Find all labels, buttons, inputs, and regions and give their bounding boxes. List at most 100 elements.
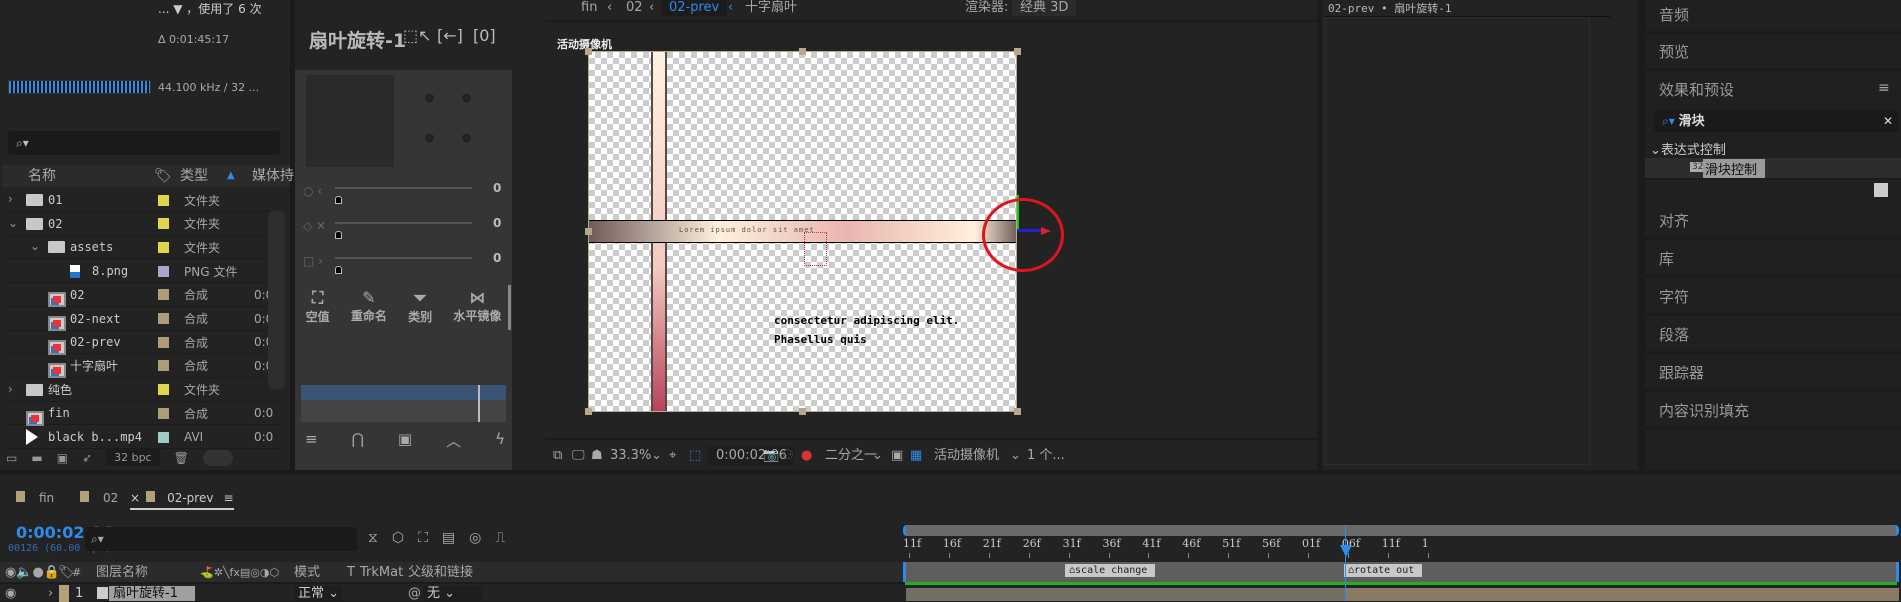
bpc-button[interactable]: 32 bpc	[106, 449, 160, 466]
slider-thumb[interactable]	[335, 196, 342, 204]
effects-search-input[interactable]: ⌕▾ 滑块 ✕	[1654, 110, 1899, 132]
project-item[interactable]: 8.png PNG 文件	[4, 260, 280, 284]
playhead-handle-icon[interactable]	[1340, 545, 1352, 557]
mini-timeline[interactable]	[301, 385, 506, 422]
column-type[interactable]: 类型	[180, 165, 208, 187]
layer-name[interactable]: 扇叶旋转-1	[109, 586, 195, 601]
project-item[interactable]: › 01 文件夹	[4, 189, 280, 212]
crumb-fin[interactable]: fin	[581, 0, 597, 16]
draft-3d-icon[interactable]: ⬡	[392, 530, 404, 546]
tool-scroll[interactable]	[508, 285, 511, 330]
slider-thumb[interactable]	[335, 266, 342, 274]
project-item[interactable]: ⌄ assets 文件夹	[4, 236, 280, 260]
column-layer-name[interactable]: 图层名称	[96, 562, 148, 584]
label-color-swatch[interactable]	[158, 265, 169, 277]
bound-handle[interactable]	[585, 408, 592, 415]
mode-select[interactable]: 正常 ⌄	[294, 586, 342, 601]
column-mode[interactable]: 模式	[294, 562, 320, 584]
panel-effects-title[interactable]: 效果和预设	[1645, 75, 1901, 109]
label-color-swatch[interactable]	[158, 241, 169, 253]
tree-group[interactable]: ⌄表达式控制	[1650, 139, 1726, 158]
project-item[interactable]: fin 合成 0:0	[4, 402, 280, 426]
frame-blend-icon[interactable]: ▤	[442, 530, 455, 546]
layout-icon[interactable]: ▣	[398, 430, 412, 451]
select-icon[interactable]: ⬚↖	[403, 26, 432, 45]
parent-select[interactable]: 无 ⌄	[423, 586, 483, 601]
marker-rotate-out[interactable]: ⌂rotate out	[1344, 564, 1423, 577]
slider-track[interactable]	[335, 222, 472, 224]
twirl-icon[interactable]: ›	[48, 586, 53, 601]
column-name[interactable]: 名称	[28, 165, 56, 187]
fast-preview-icon[interactable]: ▣	[891, 446, 903, 466]
project-search-input[interactable]: ⌕▾	[8, 131, 280, 155]
motion-blur-icon[interactable]: ◎	[469, 530, 481, 546]
composition-flowchart-icon[interactable]: ⧖	[368, 530, 378, 546]
project-item[interactable]: 02-prev 合成 0:0	[4, 331, 280, 355]
menu-icon[interactable]: ≡	[1878, 80, 1890, 96]
slider-track[interactable]	[335, 187, 472, 189]
comp-canvas[interactable]: Lorem ipsum dolor sit amet consectetur a…	[588, 51, 1017, 412]
pickwhip-icon[interactable]: @	[408, 586, 421, 601]
category-button[interactable]: ⏷ 类别	[408, 288, 432, 325]
curve-icon[interactable]: ⋂	[352, 430, 364, 451]
slider-keyframe-icon[interactable]: □ ›	[303, 254, 323, 268]
always-preview-icon[interactable]: ⧉	[553, 446, 562, 466]
project-item[interactable]: 02-next 合成 0:0	[4, 308, 280, 331]
views-count-select[interactable]: 1 个...	[1027, 446, 1065, 466]
label-color-swatch[interactable]	[158, 194, 169, 206]
bound-handle[interactable]	[585, 48, 592, 55]
project-item[interactable]: ⌄ 02 文件夹	[4, 213, 280, 236]
zero-icon[interactable]: [0]	[473, 26, 496, 45]
panel-item[interactable]: 字符	[1645, 282, 1901, 316]
visibility-icon[interactable]: ◉	[5, 586, 16, 601]
show-snapshot-icon[interactable]: ⚇	[782, 446, 794, 466]
project-item[interactable]: 02 合成 0:0	[4, 284, 280, 308]
trash-icon[interactable]: 🗑	[174, 451, 189, 465]
bound-handle[interactable]	[1014, 408, 1021, 415]
slider-keyframe-icon[interactable]: ◇ ✕	[303, 219, 326, 233]
flash-icon[interactable]: ϟ	[495, 430, 505, 451]
slider-keyframe-icon[interactable]: ○ ‹	[303, 184, 322, 198]
twirl-icon[interactable]: ›	[8, 382, 13, 396]
graph-editor-icon[interactable]: ⎍	[495, 530, 505, 546]
layer-view[interactable]	[1325, 17, 1590, 465]
tag-icon[interactable]: 🏷	[154, 165, 172, 187]
renderer-value[interactable]: 经典 3D	[1012, 0, 1077, 16]
panel-item[interactable]: 跟踪器	[1645, 358, 1901, 392]
panel-item[interactable]: 库	[1645, 244, 1901, 278]
grid-icon[interactable]: ⌖	[669, 446, 676, 466]
panel-item[interactable]: 段落	[1645, 320, 1901, 354]
bound-handle[interactable]	[799, 48, 806, 55]
bound-handle[interactable]	[585, 228, 592, 235]
crumb-02-prev[interactable]: 02-prev	[661, 0, 728, 16]
toggle-pill[interactable]	[202, 449, 233, 466]
monitor-icon[interactable]: 🖵	[572, 446, 585, 466]
bound-handle[interactable]	[799, 408, 806, 415]
project-item[interactable]: › 纯色 文件夹	[4, 379, 280, 402]
label-color-swatch[interactable]	[158, 431, 169, 443]
column-media[interactable]: 媒体持	[252, 165, 294, 187]
timeline-tab-fin[interactable]: fin	[16, 491, 54, 505]
menu-icon[interactable]: ≡	[305, 430, 318, 451]
transparency-grid-icon[interactable]: ▦	[910, 446, 922, 466]
new-folder-icon[interactable]: ▬	[31, 451, 42, 465]
collapse-icon[interactable]: ︿	[446, 430, 461, 451]
slider-thumb[interactable]	[335, 231, 342, 239]
bound-handle[interactable]	[1014, 48, 1021, 55]
close-icon[interactable]: ×	[130, 491, 140, 505]
render-icon[interactable]: ➶	[82, 451, 92, 465]
panel-item[interactable]: 对齐	[1645, 206, 1901, 240]
label-color-swatch[interactable]	[158, 407, 169, 419]
twirl-icon[interactable]: ›	[8, 192, 13, 206]
project-item[interactable]: 十字扇叶 合成 0:0	[4, 355, 280, 379]
timeline-tab-02-prev[interactable]: × 02-prev ≡	[130, 491, 234, 510]
timeline-search-input[interactable]: ⌕▾	[85, 527, 357, 551]
slider-track[interactable]	[335, 257, 472, 259]
clear-icon[interactable]: ✕	[1883, 110, 1893, 132]
channels-icon[interactable]: ●	[801, 446, 812, 466]
menu-icon[interactable]: ≡	[223, 491, 233, 505]
time-navigator[interactable]	[903, 525, 1899, 536]
panel-audio[interactable]: 音频	[1645, 0, 1901, 34]
snapshot-icon[interactable]: 📷	[763, 446, 779, 466]
column-parent[interactable]: 父级和链接	[408, 562, 473, 584]
